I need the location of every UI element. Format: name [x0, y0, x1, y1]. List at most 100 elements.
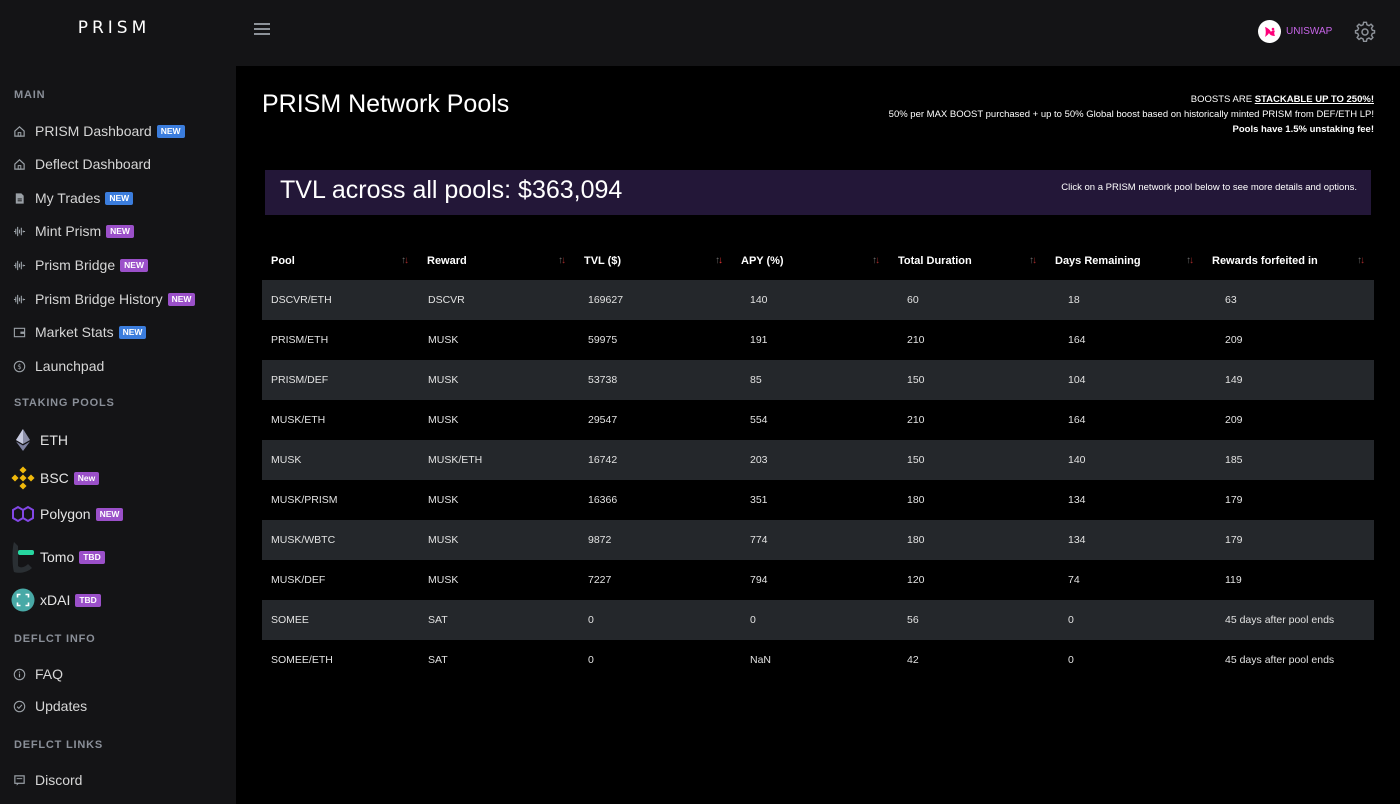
sidebar-item-faq[interactable]: FAQ	[12, 663, 63, 685]
table-row[interactable]: PRISM/ETH MUSK 59975 191 210 164 209	[262, 320, 1374, 360]
table-cell: 119	[1203, 560, 1374, 600]
column-header-rewards-forfeited[interactable]: Rewards forfeited in ↑↓	[1203, 242, 1374, 280]
table-row[interactable]: MUSK/ETH MUSK 29547 554 210 164 209	[262, 400, 1374, 440]
table-row[interactable]: MUSK/WBTC MUSK 9872 774 180 134 179	[262, 520, 1374, 560]
table-cell: 18	[1046, 280, 1203, 320]
column-header-apy[interactable]: APY (%) ↑↓	[732, 242, 889, 280]
boost-emphasis: STACKABLE UP TO 250%!	[1254, 94, 1374, 105]
tvl-total: TVL across all pools: $363,094	[280, 176, 623, 204]
app-logo[interactable]: PRISM	[0, 18, 228, 38]
sort-icon[interactable]: ↑↓	[1186, 255, 1194, 266]
new-badge: NEW	[156, 124, 185, 138]
table-cell: 140	[732, 280, 889, 320]
column-header-pool[interactable]: Pool ↑↓	[262, 242, 418, 280]
sidebar-item-prism-dashboard[interactable]: PRISM Dashboard NEW	[12, 120, 185, 142]
sidebar-item-market-stats[interactable]: Market Stats NEW	[12, 321, 147, 343]
new-badge: NEW	[95, 507, 124, 521]
table-cell: 56	[889, 600, 1046, 640]
column-label: Rewards forfeited in	[1212, 255, 1318, 267]
table-cell: 554	[732, 400, 889, 440]
sidebar-item-label: FAQ	[35, 666, 64, 682]
tvl-hint: Click on a PRISM network pool below to s…	[1061, 182, 1357, 193]
table-cell: 63	[1203, 280, 1374, 320]
sidebar-pool-xdai[interactable]: xDAI TBD	[10, 586, 101, 614]
table-cell: 120	[889, 560, 1046, 600]
column-label: APY (%)	[741, 255, 784, 267]
table-cell: 150	[889, 360, 1046, 400]
table-row[interactable]: SOMEE SAT 0 0 56 0 45 days after pool ends	[262, 600, 1374, 640]
sidebar-item-prism-bridge[interactable]: Prism Bridge NEW	[12, 254, 148, 276]
sidebar-item-my-trades[interactable]: My Trades NEW	[12, 187, 134, 209]
check-circle-icon	[12, 699, 26, 713]
table-row[interactable]: MUSK MUSK/ETH 16742 203 150 140 185	[262, 440, 1374, 480]
sort-icon[interactable]: ↑↓	[1357, 255, 1365, 266]
sidebar-pool-tomo[interactable]: Tomo TBD	[10, 540, 105, 574]
table-cell: MUSK/DEF	[262, 560, 418, 600]
sidebar-pool-eth[interactable]: ETH	[10, 426, 68, 454]
sidebar-item-label: ETH	[40, 432, 68, 448]
table-cell: 60	[889, 280, 1046, 320]
section-title-main: MAIN	[14, 89, 46, 101]
column-header-days-remaining[interactable]: Days Remaining ↑↓	[1046, 242, 1203, 280]
column-label: Pool	[271, 255, 295, 267]
table-row[interactable]: SOMEE/ETH SAT 0 NaN 42 0 45 days after pool en…	[262, 640, 1374, 680]
column-header-reward[interactable]: Reward ↑↓	[418, 242, 575, 280]
table-cell: 209	[1203, 320, 1374, 360]
table-row[interactable]: DSCVR/ETH DSCVR 169627 140 60 18 63	[262, 280, 1374, 320]
sidebar-item-label: Deflect Dashboard	[35, 156, 151, 172]
table-cell: 134	[1046, 520, 1203, 560]
gear-icon[interactable]	[1354, 21, 1376, 43]
sidebar-item-launchpad[interactable]: $ Launchpad	[12, 355, 104, 377]
sidebar-pool-bsc[interactable]: BSC New	[10, 464, 100, 492]
section-title-staking-pools: STAKING POOLS	[14, 397, 115, 409]
table-cell: MUSK	[418, 320, 575, 360]
tbd-badge: TBD	[79, 550, 105, 564]
table-cell: 0	[732, 600, 889, 640]
xdai-icon	[10, 587, 36, 613]
sort-icon[interactable]: ↑↓	[715, 255, 723, 266]
table-cell: 179	[1203, 520, 1374, 560]
table-cell: 210	[889, 400, 1046, 440]
table-cell: 185	[1203, 440, 1374, 480]
sidebar-item-label: Market Stats	[35, 324, 114, 340]
section-title-deflct-links: DEFLCT LINKS	[14, 739, 104, 751]
sort-icon[interactable]: ↑↓	[1029, 255, 1037, 266]
sidebar-item-updates[interactable]: Updates	[12, 695, 87, 717]
tbd-badge: TBD	[75, 593, 101, 607]
boost-line-3: Pools have 1.5% unstaking fee!	[1232, 124, 1375, 135]
column-header-total-duration[interactable]: Total Duration ↑↓	[889, 242, 1046, 280]
table-cell: MUSK	[418, 360, 575, 400]
table-cell: 104	[1046, 360, 1203, 400]
uniswap-button[interactable]: UNISWAP	[1258, 20, 1332, 43]
table-cell: SOMEE/ETH	[262, 640, 418, 680]
table-cell: MUSK	[262, 440, 418, 480]
table-row[interactable]: PRISM/DEF MUSK 53738 85 150 104 149	[262, 360, 1374, 400]
new-badge: NEW	[120, 258, 148, 272]
sort-icon[interactable]: ↑↓	[558, 255, 566, 266]
chat-icon	[12, 773, 26, 787]
sort-icon[interactable]: ↑↓	[872, 255, 880, 266]
table-cell: SAT	[418, 600, 575, 640]
table-cell: MUSK	[418, 520, 575, 560]
boost-line-1: BOOSTS ARE STACKABLE UP TO 250%!	[889, 92, 1374, 107]
table-row[interactable]: MUSK/PRISM MUSK 16366 351 180 134 179	[262, 480, 1374, 520]
new-badge: NEW	[167, 292, 196, 306]
sidebar-item-deflect-dashboard[interactable]: Deflect Dashboard	[12, 153, 151, 175]
top-bar: UNISWAP	[236, 0, 1400, 66]
sidebar-item-label: Prism Bridge History	[35, 291, 163, 307]
table-cell: 9872	[575, 520, 732, 560]
table-cell: 210	[889, 320, 1046, 360]
sidebar-item-prism-bridge-history[interactable]: Prism Bridge History NEW	[12, 288, 196, 310]
sidebar-pool-polygon[interactable]: Polygon NEW	[10, 500, 124, 528]
sidebar-item-discord[interactable]: Discord	[12, 769, 82, 791]
table-cell: MUSK/WBTC	[262, 520, 418, 560]
column-header-tvl[interactable]: TVL ($) ↑↓	[575, 242, 732, 280]
sidebar: PRISM MAIN PRISM Dashboard NEW Deflect D…	[0, 0, 236, 804]
column-label: Total Duration	[898, 255, 972, 267]
info-icon	[12, 667, 26, 681]
table-cell: 16742	[575, 440, 732, 480]
hamburger-icon[interactable]	[254, 23, 270, 37]
sort-icon[interactable]: ↑↓	[401, 255, 409, 266]
sidebar-item-mint-prism[interactable]: Mint Prism NEW	[12, 220, 134, 242]
table-row[interactable]: MUSK/DEF MUSK 7227 794 120 74 119	[262, 560, 1374, 600]
